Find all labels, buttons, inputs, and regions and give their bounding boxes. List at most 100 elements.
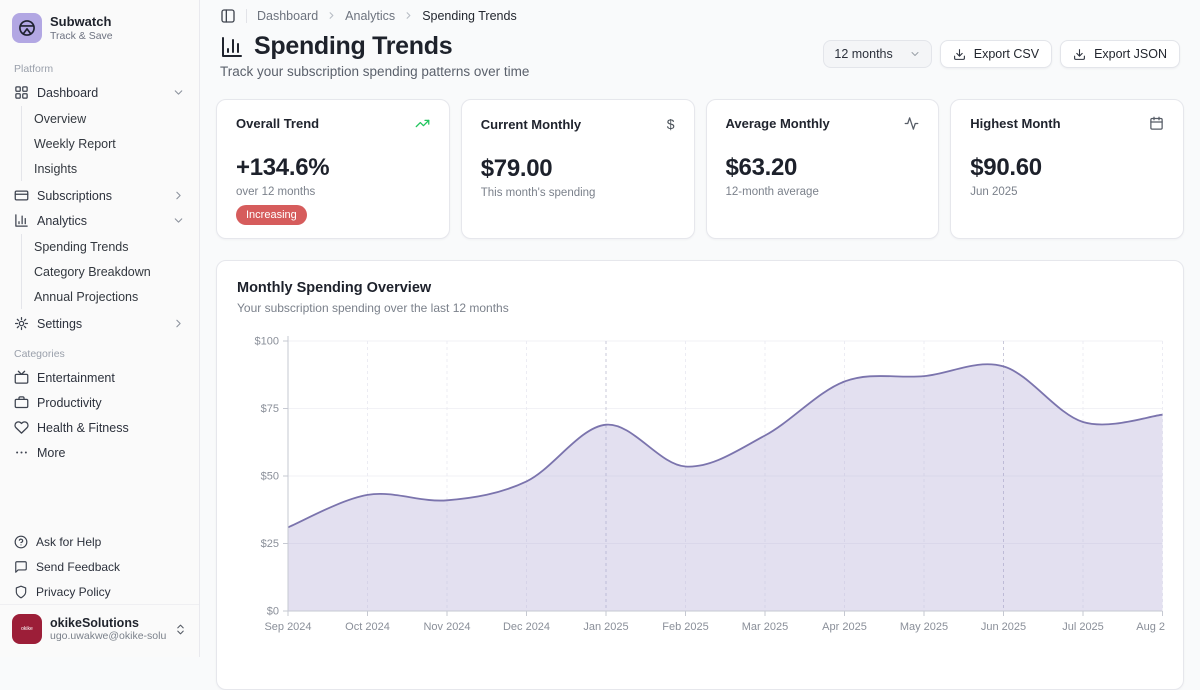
bar-chart-icon [220, 35, 244, 59]
message-square-icon [14, 560, 28, 574]
sidebar-item-more[interactable]: More [0, 440, 199, 465]
export-csv-label: Export CSV [974, 47, 1039, 61]
svg-text:$75: $75 [261, 403, 279, 415]
privacy-policy-link[interactable]: Privacy Policy [0, 579, 199, 604]
topbar: Dashboard Analytics Spending Trends [216, 0, 1184, 24]
chart-card: Monthly Spending Overview Your subscript… [216, 260, 1184, 690]
export-csv-button[interactable]: Export CSV [940, 40, 1052, 68]
briefcase-icon [14, 395, 29, 410]
page-title-text: Spending Trends [254, 33, 452, 60]
send-feedback-link[interactable]: Send Feedback [0, 554, 199, 579]
svg-text:$0: $0 [267, 606, 279, 618]
svg-text:$25: $25 [261, 538, 279, 550]
breadcrumb-spending-trends: Spending Trends [422, 9, 517, 23]
chevron-right-icon [403, 10, 414, 21]
ellipsis-icon [14, 445, 29, 460]
chevron-down-icon [909, 48, 921, 60]
bar-chart-icon [14, 213, 29, 228]
user-meta: okikeSolutions ugo.uwakwe@okike-solu... [50, 616, 166, 642]
dashboard-submenu: Overview Weekly Report Insights [21, 106, 199, 181]
range-select[interactable]: 12 months [823, 40, 931, 68]
page-header-left: Spending Trends Track your subscription … [220, 33, 529, 79]
calendar-icon [1149, 116, 1164, 131]
page-actions: 12 months Export CSV Export JSON [823, 40, 1180, 68]
chevron-down-icon [172, 214, 185, 227]
stat-caption: This month's spending [481, 187, 675, 199]
gear-icon [14, 316, 29, 331]
sidebar-item-annual-projections[interactable]: Annual Projections [22, 284, 199, 309]
export-json-label: Export JSON [1094, 47, 1167, 61]
sidebar-item-settings[interactable]: Settings [0, 311, 199, 336]
sidebar-toggle-icon[interactable] [220, 8, 236, 24]
sidebar-item-category-breakdown[interactable]: Category Breakdown [22, 259, 199, 284]
sidebar-item-overview[interactable]: Overview [22, 106, 199, 131]
sidebar-item-subscriptions[interactable]: Subscriptions [0, 183, 199, 208]
stat-caption: 12-month average [726, 186, 920, 198]
breadcrumb-dashboard[interactable]: Dashboard [257, 9, 318, 23]
svg-text:Mar 2025: Mar 2025 [742, 621, 788, 633]
heart-icon [14, 420, 29, 435]
topbar-divider [246, 9, 247, 23]
brand-text: Subwatch Track & Save [50, 14, 113, 42]
sidebar-footer: Ask for Help Send Feedback Privacy Polic… [0, 529, 199, 657]
svg-text:$50: $50 [261, 471, 279, 483]
sidebar-item-label: Productivity [37, 396, 102, 410]
avatar: okike [12, 614, 42, 644]
svg-text:Feb 2025: Feb 2025 [662, 621, 708, 633]
svg-text:Jul 2025: Jul 2025 [1062, 621, 1104, 633]
stat-card-overall-trend: Overall Trend +134.6% over 12 months Inc… [216, 99, 450, 239]
stat-title: Overall Trend [236, 116, 319, 131]
sidebar-item-insights[interactable]: Insights [22, 156, 199, 181]
stat-caption: Jun 2025 [970, 186, 1164, 198]
sidebar-item-weekly-report[interactable]: Weekly Report [22, 131, 199, 156]
stat-value: $79.00 [481, 155, 675, 183]
sidebar-item-analytics[interactable]: Analytics [0, 208, 199, 233]
stat-value: +134.6% [236, 154, 430, 182]
brand-name: Subwatch [50, 14, 113, 30]
export-json-button[interactable]: Export JSON [1060, 40, 1180, 68]
sidebar-item-health-fitness[interactable]: Health & Fitness [0, 415, 199, 440]
tv-icon [14, 370, 29, 385]
spending-area-chart[interactable]: $0$25$50$75$100Sep 2024Oct 2024Nov 2024D… [237, 333, 1165, 641]
stat-caption: over 12 months [236, 186, 430, 198]
sidebar-item-dashboard[interactable]: Dashboard [0, 80, 199, 105]
help-circle-icon [14, 535, 28, 549]
chevron-down-icon [172, 86, 185, 99]
credit-card-icon [14, 188, 29, 203]
subwatch-logo-icon [12, 13, 42, 43]
breadcrumb-analytics[interactable]: Analytics [345, 9, 395, 23]
svg-text:Nov 2024: Nov 2024 [423, 621, 470, 633]
svg-text:Aug 2: Aug 2 [1136, 621, 1165, 633]
stat-title: Highest Month [970, 116, 1060, 131]
sidebar-item-label: Settings [37, 317, 82, 331]
footer-link-label: Ask for Help [36, 535, 101, 549]
page-header: Spending Trends Track your subscription … [216, 33, 1184, 79]
range-select-value: 12 months [834, 47, 892, 61]
user-menu[interactable]: okike okikeSolutions ugo.uwakwe@okike-so… [0, 604, 199, 655]
page-title: Spending Trends [220, 33, 529, 60]
stat-cards: Overall Trend +134.6% over 12 months Inc… [216, 99, 1184, 239]
stat-value: $63.20 [726, 154, 920, 182]
svg-text:Oct 2024: Oct 2024 [345, 621, 390, 633]
chevron-right-icon [172, 189, 185, 202]
trending-up-icon [415, 116, 430, 131]
download-icon [1073, 48, 1086, 61]
sidebar-item-productivity[interactable]: Productivity [0, 390, 199, 415]
stat-value: $90.60 [970, 154, 1164, 182]
sidebar-item-entertainment[interactable]: Entertainment [0, 365, 199, 390]
chevron-right-icon [326, 10, 337, 21]
ask-for-help-link[interactable]: Ask for Help [0, 529, 199, 554]
svg-text:Jun 2025: Jun 2025 [981, 621, 1026, 633]
main-content: Dashboard Analytics Spending Trends Spen… [200, 0, 1200, 657]
sidebar-item-spending-trends[interactable]: Spending Trends [22, 234, 199, 259]
download-icon [953, 48, 966, 61]
svg-text:Jan 2025: Jan 2025 [583, 621, 628, 633]
sidebar-item-label: Health & Fitness [37, 421, 129, 435]
brand: Subwatch Track & Save [0, 0, 199, 51]
chevrons-up-down-icon [174, 623, 187, 636]
user-name: okikeSolutions [50, 616, 166, 630]
chevron-right-icon [172, 317, 185, 330]
footer-link-label: Privacy Policy [36, 585, 111, 599]
svg-text:Dec 2024: Dec 2024 [503, 621, 550, 633]
stat-card-average-monthly: Average Monthly $63.20 12-month average [706, 99, 940, 239]
